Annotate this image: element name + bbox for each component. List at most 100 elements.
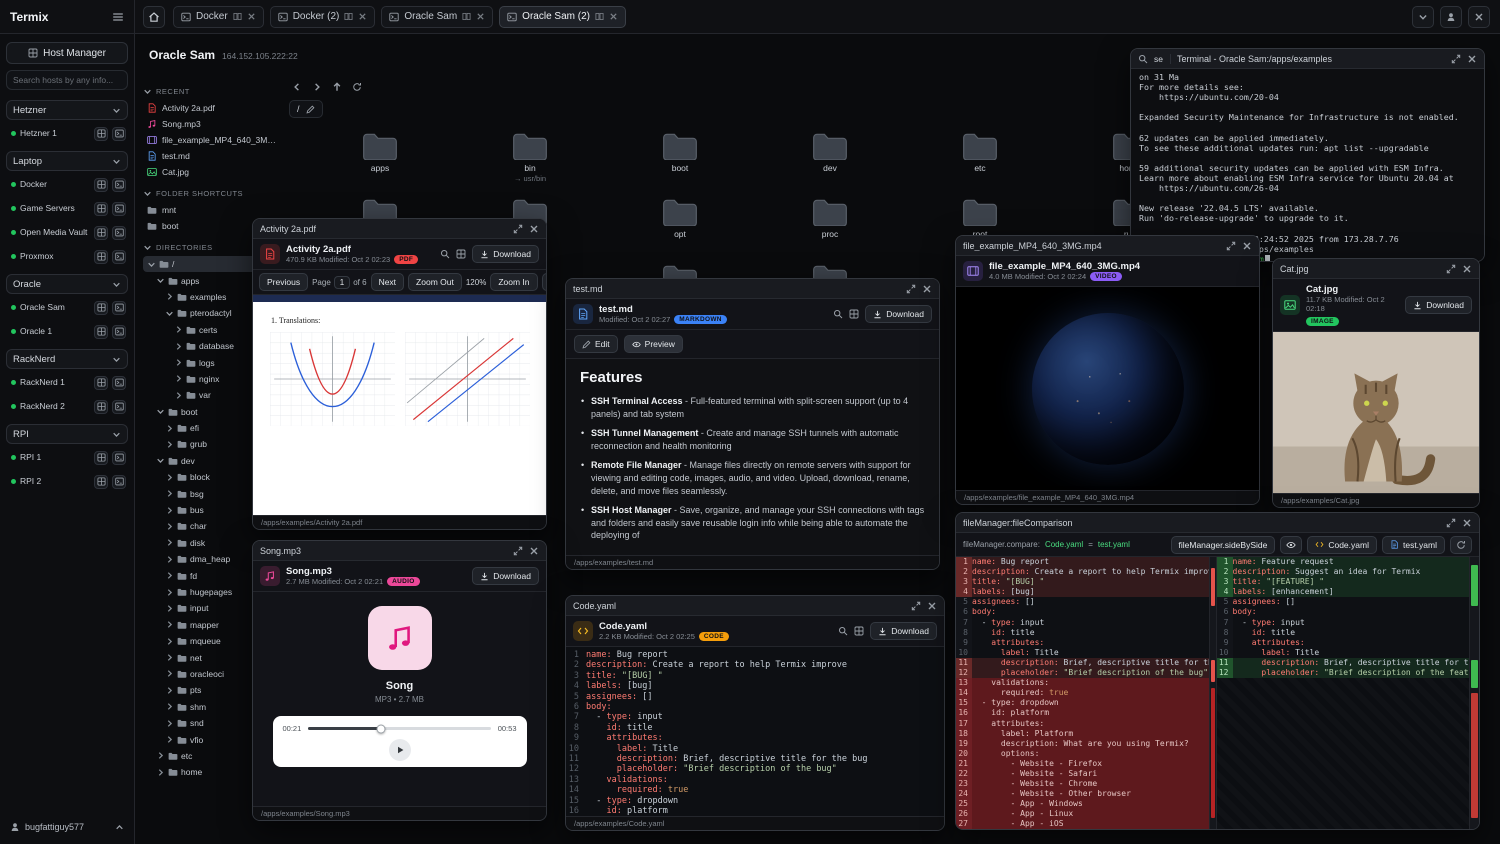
maximize-icon[interactable] xyxy=(513,224,523,234)
search-icon[interactable] xyxy=(833,309,843,319)
open-terminal-button[interactable] xyxy=(112,250,126,264)
folder-proc[interactable]: proc xyxy=(755,198,905,264)
window-header[interactable]: se Terminal - Oracle Sam:/apps/examples xyxy=(1131,49,1484,69)
download-button[interactable]: Download xyxy=(542,273,547,291)
open-terminal-button[interactable] xyxy=(112,451,126,465)
diff-minimap[interactable] xyxy=(1469,557,1479,829)
open-file-manager-button[interactable] xyxy=(94,301,108,315)
maximize-icon[interactable] xyxy=(1451,54,1461,64)
folder-dev[interactable]: dev xyxy=(755,132,905,198)
markdown-preview[interactable]: Features SSH Terminal Access - Full-feat… xyxy=(566,359,939,555)
maximize-icon[interactable] xyxy=(1446,518,1456,528)
open-file-manager-button[interactable] xyxy=(94,475,108,489)
zoom-out-button[interactable]: Zoom Out xyxy=(408,273,462,291)
host-group-racknerd[interactable]: RackNerd xyxy=(6,349,128,369)
host-racknerd-1[interactable]: RackNerd 1 xyxy=(6,372,128,393)
host-group-oracle[interactable]: Oracle xyxy=(6,274,128,294)
toggle-view-button[interactable] xyxy=(1280,536,1302,554)
edit-button[interactable]: Edit xyxy=(574,335,618,353)
diff-right-pane[interactable]: 1name: Feature request2description: Sugg… xyxy=(1217,557,1470,829)
host-group-hetzner[interactable]: Hetzner xyxy=(6,100,128,120)
preview-button[interactable]: Preview xyxy=(624,335,683,353)
download-button[interactable]: Download xyxy=(1405,296,1472,314)
open-terminal-button[interactable] xyxy=(112,301,126,315)
folder-apps[interactable]: apps xyxy=(305,132,455,198)
close-tab-icon[interactable] xyxy=(247,12,256,21)
open-terminal-button[interactable] xyxy=(112,376,126,390)
path-bar[interactable]: / xyxy=(289,100,323,118)
terminal-search-value[interactable]: se xyxy=(1154,54,1171,64)
host-racknerd-2[interactable]: RackNerd 2 xyxy=(6,396,128,417)
sidebar-footer[interactable]: bugfattiguy577 xyxy=(6,818,128,836)
open-terminal-button[interactable] xyxy=(112,226,126,240)
window-header[interactable]: Activity 2a.pdf xyxy=(253,219,546,239)
open-file-manager-button[interactable] xyxy=(94,178,108,192)
split-tab-icon[interactable] xyxy=(595,12,604,21)
maximize-icon[interactable] xyxy=(911,601,921,611)
recent-file-file-example-mp4-640-3mg-mp4[interactable]: file_example_MP4_640_3MG.mp4 xyxy=(143,132,285,148)
recent-file-song-mp3[interactable]: Song.mp3 xyxy=(143,116,285,132)
search-icon[interactable] xyxy=(440,249,450,259)
recent-file-test-md[interactable]: test.md xyxy=(143,148,285,164)
refresh-button[interactable] xyxy=(349,79,365,95)
recent-section-header[interactable]: RECENT xyxy=(143,83,285,100)
open-terminal-button[interactable] xyxy=(112,202,126,216)
window-header[interactable]: Song.mp3 xyxy=(253,541,546,561)
open-terminal-button[interactable] xyxy=(112,178,126,192)
host-open-media-vault[interactable]: Open Media Vault xyxy=(6,222,128,243)
open-file-manager-button[interactable] xyxy=(94,400,108,414)
search-icon[interactable] xyxy=(1138,54,1148,64)
host-oracle-sam[interactable]: Oracle Sam xyxy=(6,297,128,318)
open-file-manager-button[interactable] xyxy=(94,202,108,216)
close-icon[interactable] xyxy=(529,224,539,234)
home-tab-button[interactable] xyxy=(143,6,165,28)
close-button[interactable] xyxy=(1468,6,1490,28)
close-icon[interactable] xyxy=(1462,264,1472,274)
play-button[interactable] xyxy=(389,739,411,761)
host-docker[interactable]: Docker xyxy=(6,174,128,195)
zoom-in-button[interactable]: Zoom In xyxy=(490,273,537,291)
close-icon[interactable] xyxy=(1467,54,1477,64)
tab-docker-2[interactable]: Docker (2) xyxy=(270,6,376,28)
split-tab-icon[interactable] xyxy=(344,12,353,21)
open-file-manager-button[interactable] xyxy=(94,325,108,339)
diff-left-pane[interactable]: 1name: Bug report2description: Create a … xyxy=(956,557,1209,829)
window-header[interactable]: test.md xyxy=(566,279,939,299)
window-header[interactable]: fileManager:fileComparison xyxy=(956,513,1479,533)
right-file-button[interactable]: test.yaml xyxy=(1382,536,1445,554)
maximize-icon[interactable] xyxy=(906,284,916,294)
left-file-button[interactable]: Code.yaml xyxy=(1307,536,1377,554)
host-game-servers[interactable]: Game Servers xyxy=(6,198,128,219)
open-terminal-button[interactable] xyxy=(112,400,126,414)
window-header[interactable]: file_example_MP4_640_3MG.mp4 xyxy=(956,236,1259,256)
host-proxmox[interactable]: Proxmox xyxy=(6,246,128,267)
open-panel-icon[interactable] xyxy=(456,249,466,259)
up-button[interactable] xyxy=(329,79,345,95)
host-manager-button[interactable]: Host Manager xyxy=(6,42,128,64)
image-view[interactable] xyxy=(1273,332,1479,493)
recent-file-cat-jpg[interactable]: Cat.jpg xyxy=(143,164,285,180)
panel-toggle-button[interactable] xyxy=(1412,6,1434,28)
close-icon[interactable] xyxy=(529,546,539,556)
download-button[interactable]: Download xyxy=(865,305,932,323)
host-rpi-2[interactable]: RPI 2 xyxy=(6,471,128,492)
page-number-input[interactable]: 1 xyxy=(334,276,350,289)
open-panel-icon[interactable] xyxy=(849,309,859,319)
host-group-laptop[interactable]: Laptop xyxy=(6,151,128,171)
folder-etc[interactable]: etc xyxy=(905,132,1055,198)
close-tab-icon[interactable] xyxy=(358,12,367,21)
tab-oracle-sam-2[interactable]: Oracle Sam (2) xyxy=(499,6,626,28)
open-file-manager-button[interactable] xyxy=(94,127,108,141)
host-hetzner-1[interactable]: Hetzner 1 xyxy=(6,123,128,144)
shortcuts-section-header[interactable]: FOLDER SHORTCUTS xyxy=(143,185,285,202)
download-button[interactable]: Download xyxy=(870,622,937,640)
maximize-icon[interactable] xyxy=(1226,241,1236,251)
search-icon[interactable] xyxy=(838,626,848,636)
window-header[interactable]: Cat.jpg xyxy=(1273,259,1479,279)
download-button[interactable]: Download xyxy=(472,567,539,585)
close-tab-icon[interactable] xyxy=(476,12,485,21)
menu-icon[interactable] xyxy=(112,11,124,23)
recent-file-activity-2a-pdf[interactable]: Activity 2a.pdf xyxy=(143,100,285,116)
folder-boot[interactable]: boot xyxy=(605,132,755,198)
maximize-icon[interactable] xyxy=(1446,264,1456,274)
